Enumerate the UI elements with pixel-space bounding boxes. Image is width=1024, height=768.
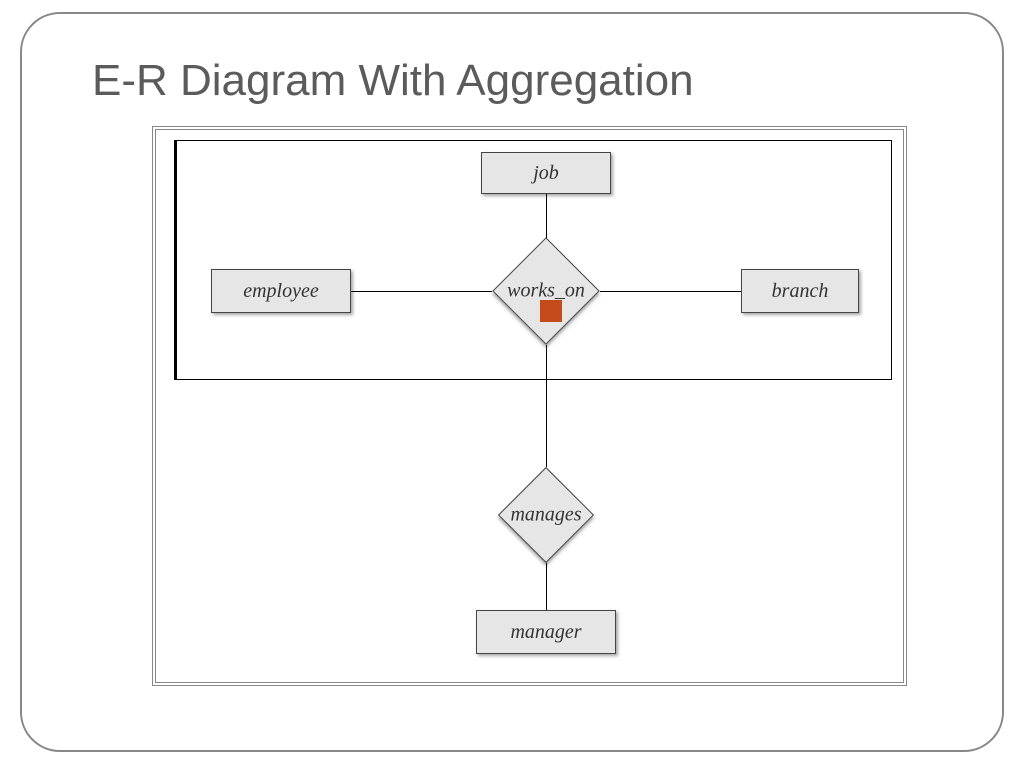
entity-branch: branch (741, 269, 859, 313)
entity-job: job (481, 152, 611, 194)
entity-employee-label: employee (243, 280, 319, 303)
entity-employee: employee (211, 269, 351, 313)
relationship-manages: manages (498, 467, 594, 563)
diagram-container: job employee branch works_on manages man… (152, 126, 907, 686)
edge-workson-branch (600, 291, 741, 292)
cursor-marker-icon (540, 300, 562, 322)
edge-aggregation-manages (546, 380, 547, 467)
slide-frame: E-R Diagram With Aggregation job employe… (20, 12, 1004, 752)
aggregation-box-left-edge (174, 140, 177, 380)
edge-workson-aggregation (546, 345, 547, 380)
entity-branch-label: branch (772, 280, 829, 303)
edge-job-workson (546, 194, 547, 238)
entity-manager-label: manager (510, 621, 581, 644)
edge-manages-manager (546, 563, 547, 610)
relationship-manages-label: manages (510, 504, 581, 527)
entity-manager: manager (476, 610, 616, 654)
edge-employee-workson (351, 291, 492, 292)
entity-job-label: job (533, 162, 559, 185)
slide-title: E-R Diagram With Aggregation (92, 56, 1002, 106)
